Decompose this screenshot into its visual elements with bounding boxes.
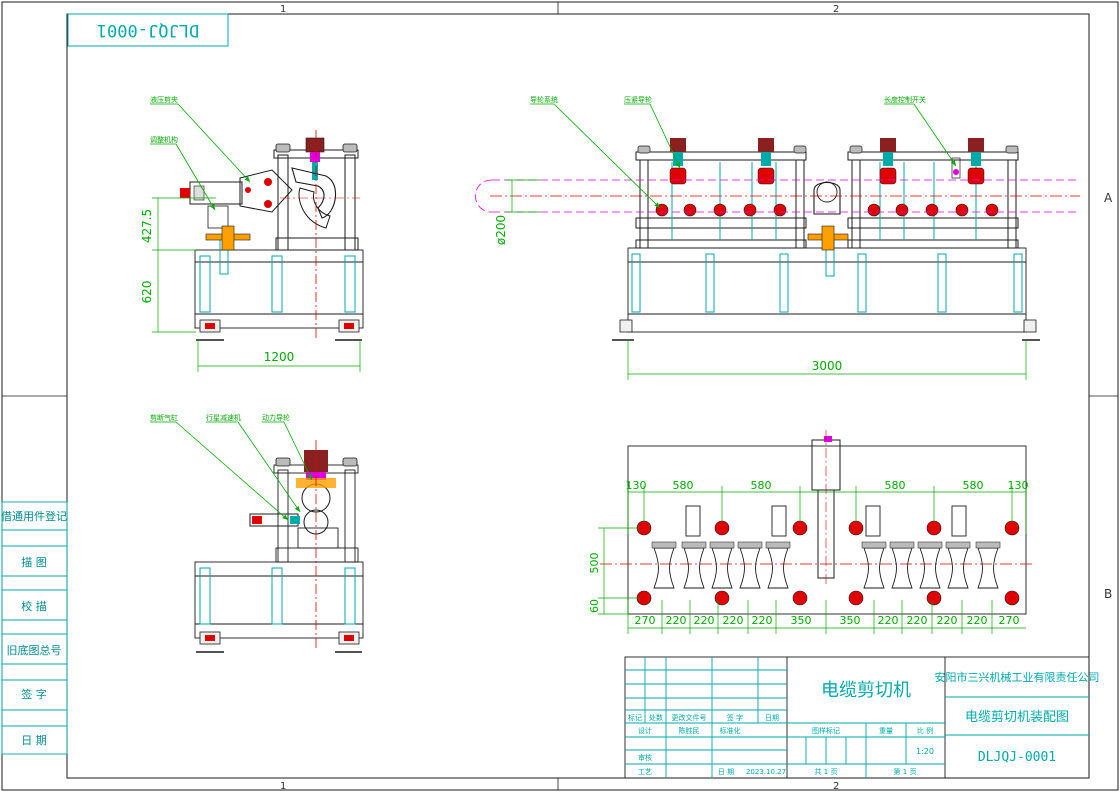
callout-guide-system: 导轮系统 [530,95,558,104]
zone-marker-bottom-2: 2 [833,781,839,792]
title-drawing-number: DLJQJ-0001 [978,750,1056,765]
front-view [150,103,364,372]
review-label: 审核 [638,753,652,762]
dim-plan-bottom-6: 350 [791,614,812,627]
standardization-label: 标准化 [720,726,741,735]
dim-side-length: 3000 [812,359,843,373]
dim-plan-top-2: 580 [673,479,694,492]
dim-plan-bottom-11: 220 [967,614,988,627]
dim-plan-bottom-2: 220 [666,614,687,627]
registry-panel [1,501,68,755]
design-label: 设计 [638,726,652,735]
dim-plan-top-3: 580 [751,479,772,492]
section-view [150,421,364,653]
dim-plan-bottom-10: 220 [937,614,958,627]
plan-view [598,430,1032,634]
callout-press-roller: 压紧导轮 [624,95,652,104]
rev-header-sign: 签 字 [727,713,743,722]
dim-side-diameter: ø200 [494,215,508,245]
registry-label-trace: 描 图 [21,555,47,569]
date-value: 2023.10.27 [746,768,786,776]
scale-label: 比 例 [917,726,933,735]
title-company: 安阳市三兴机械工业有限责任公司 [935,670,1100,684]
title-product-name: 电缆剪切机 [821,680,911,701]
dim-plan-bottom-4: 220 [723,614,744,627]
stamp-text: DLJQJ-0001 [97,20,199,40]
dim-plan-bottom-12: 270 [999,614,1020,627]
zone-marker-top-2: 2 [833,4,839,15]
scale-value: 1:20 [916,747,934,756]
title-drawing-title: 电缆剪切机装配图 [965,709,1069,725]
stage-label: 图样标记 [812,726,840,735]
dim-plan-top-4: 580 [885,479,906,492]
callout-power-roller: 动力导轮 [262,413,290,422]
rev-header-date: 日期 [765,714,779,722]
callout-planetary-reducer: 行星减速机 [206,413,241,422]
callout-hydraulic-cutter: 液压剪夹 [150,95,178,104]
dim-plan-top-5: 580 [963,479,984,492]
registry-label-date: 日 期 [21,734,47,747]
rev-header-count: 处数 [649,713,663,722]
dim-plan-top-6: 130 [1008,479,1029,492]
zone-marker-bottom-1: 1 [280,781,286,792]
dim-plan-left-1: 500 [588,553,601,574]
sheets-total: 共 1 页 [815,767,838,776]
dim-plan-bottom-7: 350 [840,614,861,627]
date-label: 日 期 [718,768,734,776]
dim-plan-bottom-5: 220 [752,614,773,627]
zone-marker-right-b: B [1104,587,1112,601]
callout-length-switch: 长度控制开关 [884,95,926,104]
dim-front-height-lower: 620 [140,281,154,304]
design-name: 陈胜民 [679,726,700,735]
dim-front-height-upper: 427.5 [140,209,154,243]
dim-plan-left-2: 60 [588,599,601,613]
registry-label-common-parts: 借通用件登记 [1,509,67,523]
side-view [475,103,1080,380]
assembly-drawing-sheet: 1 2 1 2 A B DLJQJ-0001 借通用件登记 描 图 校 描 旧底… [1,1,1119,792]
weight-label: 重量 [879,727,893,735]
zone-marker-right-a: A [1104,191,1113,205]
dim-plan-bottom-8: 220 [878,614,899,627]
callout-cut-cylinder: 剪断气缸 [150,413,178,422]
rev-header-mark: 标记 [628,713,642,722]
sheet-current: 第 1 页 [894,767,917,776]
registry-label-old-number: 旧底图总号 [7,643,62,657]
dim-front-width: 1200 [264,350,295,364]
dim-plan-top-1: 130 [626,479,647,492]
drawing-number-stamp: DLJQJ-0001 [67,13,229,47]
registry-label-check: 校 描 [21,599,47,613]
registry-label-signature: 签 字 [21,687,47,701]
callout-adjustment-mechanism: 调整机构 [150,135,178,144]
rev-header-doc: 更改文件号 [672,713,707,722]
dim-plan-bottom-1: 270 [635,614,656,627]
zone-marker-top-1: 1 [280,4,286,15]
dim-plan-bottom-3: 220 [694,614,715,627]
dim-plan-bottom-9: 220 [907,614,928,627]
process-label: 工艺 [638,768,652,776]
